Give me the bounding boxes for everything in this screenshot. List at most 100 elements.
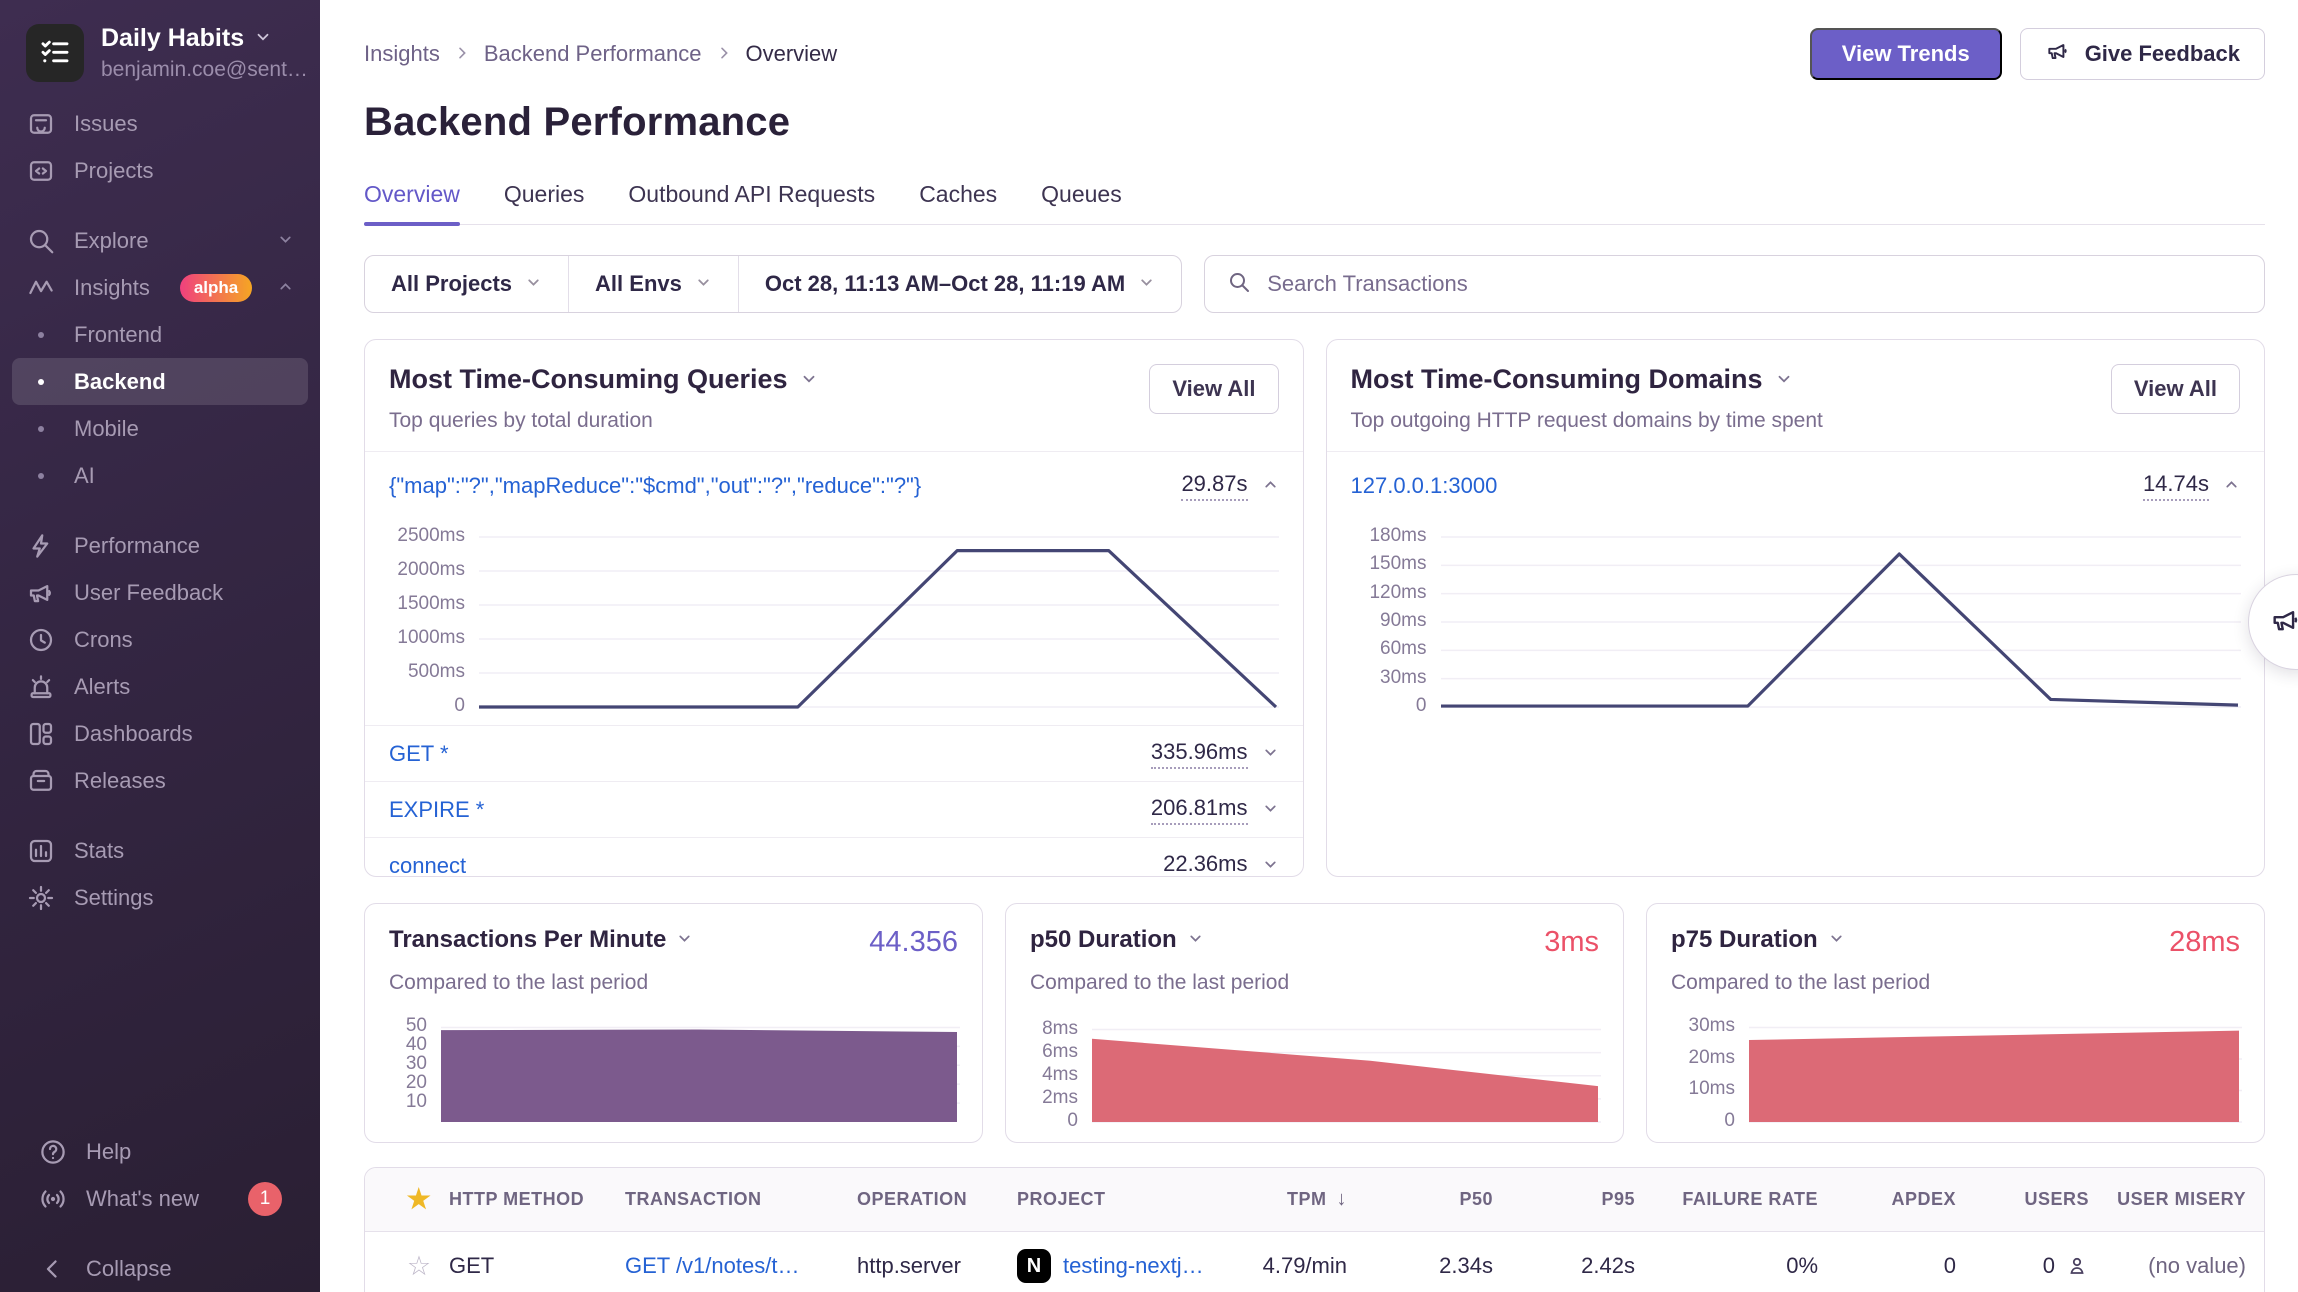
sidebar-item-frontend[interactable]: Frontend: [12, 311, 308, 358]
cell-tpm: 4.79/min: [1263, 1253, 1347, 1279]
chevron-down-icon[interactable]: [800, 364, 818, 395]
chevron-up-icon[interactable]: [1262, 473, 1279, 499]
help-icon: [38, 1137, 68, 1167]
column-header-operation[interactable]: OPERATION: [857, 1189, 1017, 1210]
column-header-apdex[interactable]: APDEX: [1891, 1189, 1956, 1210]
chevron-down-icon: [1138, 271, 1155, 297]
chevron-up-icon: [277, 275, 294, 301]
sidebar-item-user-feedback[interactable]: User Feedback: [12, 569, 308, 616]
y-axis-tick: 2ms: [1028, 1087, 1078, 1109]
date-range-filter[interactable]: Oct 28, 11:13 AM–Oct 28, 11:19 AM: [738, 256, 1181, 312]
column-header-http-method[interactable]: HTTP METHOD: [449, 1189, 625, 1210]
chevron-right-icon: [454, 41, 470, 67]
sidebar-item-crons[interactable]: Crons: [12, 616, 308, 663]
sidebar-item-performance[interactable]: Performance: [12, 522, 308, 569]
chevron-up-icon[interactable]: [2223, 473, 2240, 499]
y-axis-tick: 0: [1333, 695, 1427, 717]
table-header: ★ HTTP METHODTRANSACTIONOPERATIONPROJECT T…: [365, 1168, 2264, 1232]
query-total-time[interactable]: 22.36ms: [1163, 851, 1247, 878]
megaphone-icon: [2269, 603, 2298, 642]
domain-link[interactable]: 127.0.0.1:3000: [1351, 473, 1498, 499]
queries-panel-title: Most Time-Consuming Queries: [389, 364, 788, 395]
star-outline-icon[interactable]: ☆: [407, 1251, 431, 1282]
breadcrumb-insights[interactable]: Insights: [364, 41, 440, 67]
search-transactions-input[interactable]: Search Transactions: [1204, 255, 2265, 313]
tab-overview[interactable]: Overview: [364, 181, 460, 224]
domains-view-all-button[interactable]: View All: [2111, 364, 2240, 414]
org-switcher[interactable]: Daily Habits benjamin.coe@sent…: [0, 24, 320, 82]
chevron-left-icon: [38, 1254, 68, 1284]
metric-chart: 30ms20ms10ms0: [1669, 1010, 2242, 1128]
sidebar-item-insights[interactable]: Insightsalpha: [12, 264, 308, 311]
sidebar-item-mobile[interactable]: Mobile: [12, 405, 308, 452]
tab-caches[interactable]: Caches: [919, 181, 997, 224]
tab-outbound-api-requests[interactable]: Outbound API Requests: [628, 181, 875, 224]
domain-total-time[interactable]: 14.74s: [2143, 471, 2209, 501]
query-rows: GET * 335.96ms EXPIRE * 206.81ms connect…: [365, 725, 1303, 877]
view-trends-button[interactable]: View Trends: [1810, 28, 2002, 80]
sidebar-item-projects[interactable]: Projects: [12, 147, 308, 194]
chevron-down-icon[interactable]: [1262, 797, 1279, 823]
bullet-icon: [26, 379, 56, 385]
sidebar-item-what-s-new[interactable]: What's new1: [24, 1175, 296, 1222]
queries-view-all-button[interactable]: View All: [1149, 364, 1278, 414]
project-filter[interactable]: All Projects: [365, 256, 568, 312]
y-axis-tick: 0: [371, 695, 465, 717]
tab-queries[interactable]: Queries: [504, 181, 585, 224]
chevron-down-icon[interactable]: [1775, 364, 1793, 395]
cell-users: 0: [2043, 1253, 2089, 1279]
query-total-time[interactable]: 335.96ms: [1151, 739, 1248, 769]
give-feedback-button[interactable]: Give Feedback: [2020, 28, 2265, 80]
sidebar-item-explore[interactable]: Explore: [12, 217, 308, 264]
sidebar-item-alerts[interactable]: Alerts: [12, 663, 308, 710]
chevron-down-icon[interactable]: [1828, 926, 1845, 954]
queries-duration-chart: 2500ms2000ms1500ms1000ms500ms0: [371, 523, 1279, 723]
sidebar-item-collapse[interactable]: Collapse: [24, 1245, 296, 1292]
query-link[interactable]: {"map":"?","mapReduce":"$cmd","out":"?",…: [389, 473, 921, 499]
y-axis-tick: 10: [387, 1091, 427, 1113]
query-link[interactable]: EXPIRE *: [389, 797, 484, 823]
column-header-tpm[interactable]: TPM ↓: [1287, 1188, 1347, 1211]
query-link[interactable]: connect: [389, 853, 466, 878]
y-axis-tick: 1500ms: [371, 593, 465, 615]
sidebar-item-releases[interactable]: Releases: [12, 757, 308, 804]
chevron-down-icon[interactable]: [676, 926, 693, 954]
sidebar-item-backend[interactable]: Backend: [12, 358, 308, 405]
column-header-p50[interactable]: P50: [1459, 1189, 1493, 1210]
column-header-user-misery[interactable]: USER MISERY: [2117, 1189, 2264, 1210]
column-header-p95[interactable]: P95: [1601, 1189, 1635, 1210]
column-header-failure-rate[interactable]: FAILURE RATE: [1682, 1189, 1818, 1210]
app-logo-icon: [26, 24, 84, 82]
cell-transaction-link[interactable]: GET /v1/notes/t…: [625, 1253, 857, 1279]
breadcrumb-backend-performance[interactable]: Backend Performance: [484, 41, 702, 67]
query-link[interactable]: GET *: [389, 741, 449, 767]
tab-queues[interactable]: Queues: [1041, 181, 1122, 224]
sidebar-item-help[interactable]: Help: [24, 1128, 296, 1175]
tab-bar: Overview Queries Outbound API Requests Cach…: [364, 181, 2265, 225]
column-header-transaction[interactable]: TRANSACTION: [625, 1189, 857, 1210]
sidebar-item-issues[interactable]: Issues: [12, 100, 308, 147]
chevron-down-icon[interactable]: [1187, 926, 1204, 954]
chevron-right-icon: [716, 41, 732, 67]
column-header-users[interactable]: USERS: [2024, 1189, 2089, 1210]
sidebar-item-stats[interactable]: Stats: [12, 827, 308, 874]
metric-panels: Transactions Per Minute 44.356 Compared …: [364, 903, 2265, 1143]
sidebar-item-dashboards[interactable]: Dashboards: [12, 710, 308, 757]
stats-icon: [26, 836, 56, 866]
chevron-down-icon: [277, 228, 294, 254]
query-total-time[interactable]: 29.87s: [1181, 471, 1247, 501]
chevron-down-icon[interactable]: [1262, 853, 1279, 878]
sort-desc-icon: ↓: [1337, 1188, 1348, 1211]
metric-subtitle: Compared to the last period: [389, 971, 958, 995]
star-filled-icon[interactable]: ★: [407, 1184, 432, 1215]
sidebar-item-settings[interactable]: Settings: [12, 874, 308, 921]
y-axis-tick: 500ms: [371, 661, 465, 683]
metric-subtitle: Compared to the last period: [1030, 971, 1599, 995]
sidebar-item-ai[interactable]: AI: [12, 452, 308, 499]
metric-title: p75 Duration: [1671, 926, 1818, 954]
query-total-time[interactable]: 206.81ms: [1151, 795, 1248, 825]
chevron-down-icon[interactable]: [1262, 741, 1279, 767]
project-link[interactable]: testing-nextj…: [1063, 1253, 1204, 1279]
column-header-project[interactable]: PROJECT: [1017, 1189, 1267, 1210]
environment-filter[interactable]: All Envs: [568, 256, 738, 312]
